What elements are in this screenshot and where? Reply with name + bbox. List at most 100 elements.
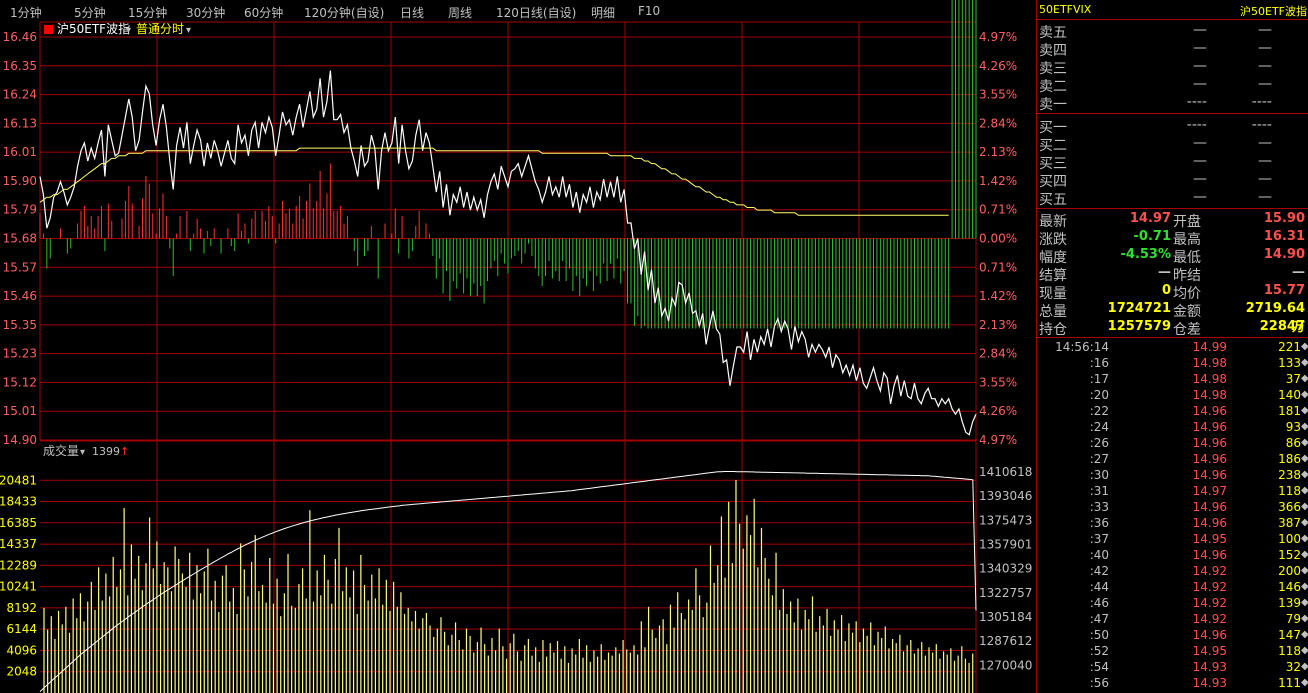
price-tick-left: 16.13 <box>3 116 37 130</box>
buy-level-volume: — <box>1258 153 1272 169</box>
instrument-marker-icon <box>44 25 53 34</box>
tick-volume: 186 <box>1278 452 1301 466</box>
tick-volume: 221 <box>1278 340 1301 354</box>
quote-label: 持仓 <box>1039 322 1067 338</box>
sell-level-row: 卖三 — — <box>1037 58 1308 77</box>
tick-price: 14.98 <box>1192 356 1227 370</box>
volume-up-arrow-icon: ↑ <box>120 445 129 458</box>
tick-volume: 146 <box>1278 580 1301 594</box>
volume-tick-left: 2048 <box>6 665 37 679</box>
buy-level-row: 买四 — — <box>1037 171 1308 190</box>
tick-row: :37 14.95 100 ◆ <box>1037 532 1308 548</box>
tick-row: :42 14.92 200 ◆ <box>1037 564 1308 580</box>
tick-price: 14.96 <box>1192 628 1227 642</box>
sell-level-volume: — <box>1258 40 1272 56</box>
buy-level-label: 买五 <box>1039 192 1067 208</box>
price-tick-right: 1.42% <box>979 174 1017 188</box>
tick-direction-icon: ◆ <box>1301 389 1308 400</box>
tick-row: :54 14.93 32 ◆ <box>1037 660 1308 676</box>
tick-price: 14.99 <box>1192 340 1227 354</box>
tick-direction-icon: ◆ <box>1301 405 1308 416</box>
tick-direction-icon: ◆ <box>1301 501 1308 512</box>
buy-level-row: 买五 — — <box>1037 189 1308 208</box>
volume-current-value: 1399 <box>92 445 120 458</box>
tick-row: :52 14.95 118 ◆ <box>1037 644 1308 660</box>
sell-level-row: 卖四 — — <box>1037 40 1308 59</box>
tick-volume: 111 <box>1278 676 1301 690</box>
tick-row: :22 14.96 181 ◆ <box>1037 404 1308 420</box>
tick-volume: 32 <box>1285 660 1301 674</box>
volume-tick-left: 20481 <box>0 473 37 487</box>
tick-volume: 200 <box>1278 564 1301 578</box>
quote-value: 14.90 <box>1263 247 1305 262</box>
tick-direction-icon: ◆ <box>1301 629 1308 640</box>
tick-direction-icon: ◆ <box>1301 421 1308 432</box>
price-tick-left: 15.23 <box>3 347 37 361</box>
tick-direction-icon: ◆ <box>1301 485 1308 496</box>
quote-value: 14.97 <box>1129 211 1171 226</box>
tick-time: :42 <box>1089 564 1109 578</box>
tick-direction-icon: ◆ <box>1301 341 1308 352</box>
buy-level-volume: — <box>1258 135 1272 151</box>
buy-level-price: ---- <box>1186 117 1207 133</box>
sell-level-volume: ---- <box>1251 94 1272 110</box>
tick-price: 14.96 <box>1192 516 1227 530</box>
mode-dropdown-icon: ▾ <box>186 25 191 36</box>
quote-row: 结算 — 昨结 — <box>1037 265 1308 284</box>
tick-volume: 140 <box>1278 388 1301 402</box>
tick-row: :24 14.96 93 ◆ <box>1037 420 1308 436</box>
tick-direction-icon: ◆ <box>1301 565 1308 576</box>
buy-level-row: 买一 ---- ---- <box>1037 117 1308 136</box>
quote-value: — <box>1292 265 1305 280</box>
volume-tick-left: 4096 <box>6 643 37 657</box>
chart-area: 16.46 4.97% 16.35 4.26% 16.24 3.55% 16.13 2.84%… <box>0 0 1032 693</box>
sell-level-volume: — <box>1258 58 1272 74</box>
tick-row: 14:56:14 14.99 221 ◆ <box>1037 340 1308 356</box>
price-tick-left: 15.57 <box>3 260 37 274</box>
quote-label: 结算 <box>1039 268 1067 284</box>
tick-price: 14.96 <box>1192 404 1227 418</box>
price-tick-left: 14.90 <box>3 433 37 447</box>
tick-volume: 387 <box>1278 516 1301 530</box>
tick-row: :56 14.93 111 ◆ <box>1037 676 1308 692</box>
volume-tick-right: 1357901 <box>979 537 1032 551</box>
volume-tick-right: 1305184 <box>979 610 1032 624</box>
price-tick-left: 15.35 <box>3 318 37 332</box>
tick-price: 14.93 <box>1192 676 1227 690</box>
instrument-label: 沪50ETF波指 <box>57 21 130 36</box>
tick-price: 14.92 <box>1192 564 1227 578</box>
sell-level-price: — <box>1193 22 1207 38</box>
tick-direction-icon: ◆ <box>1301 597 1308 608</box>
tick-direction-icon: ◆ <box>1301 661 1308 672</box>
tick-price: 14.92 <box>1192 612 1227 626</box>
buy-level-price: — <box>1193 189 1207 205</box>
tick-volume: 86 <box>1285 436 1301 450</box>
price-tick-left: 15.12 <box>3 375 37 389</box>
tick-row: :17 14.98 37 ◆ <box>1037 372 1308 388</box>
tick-row: :26 14.96 86 ◆ <box>1037 436 1308 452</box>
price-tick-right: 1.42% <box>979 289 1017 303</box>
tick-row: :40 14.96 152 ◆ <box>1037 548 1308 564</box>
quote-label: 最高 <box>1173 232 1201 248</box>
tick-price: 14.98 <box>1192 372 1227 386</box>
quote-label: 开盘 <box>1173 214 1201 230</box>
quote-value: 15.90 <box>1263 211 1305 226</box>
tick-price: 14.95 <box>1192 644 1227 658</box>
mode-label: 普通分时 <box>136 22 184 36</box>
tick-row: :20 14.98 140 ◆ <box>1037 388 1308 404</box>
tick-time: :50 <box>1089 628 1109 642</box>
buy-level-price: — <box>1193 171 1207 187</box>
sell-level-volume: — <box>1258 22 1272 38</box>
tick-time: :30 <box>1089 468 1109 482</box>
buy-level-label: 买二 <box>1039 138 1067 154</box>
quote-value: 22847 <box>1259 319 1305 334</box>
volume-tick-right: 1340329 <box>979 562 1032 576</box>
price-tick-left: 15.68 <box>3 232 37 246</box>
price-tick-right: 4.97% <box>979 30 1017 44</box>
tick-price: 14.96 <box>1192 436 1227 450</box>
price-tick-right: 2.84% <box>979 347 1017 361</box>
price-tick-left: 15.01 <box>3 404 37 418</box>
buy-level-volume: ---- <box>1251 117 1272 133</box>
buy-level-label: 买一 <box>1039 120 1067 136</box>
instrument-dropdown-icon: ▾ <box>126 25 131 36</box>
